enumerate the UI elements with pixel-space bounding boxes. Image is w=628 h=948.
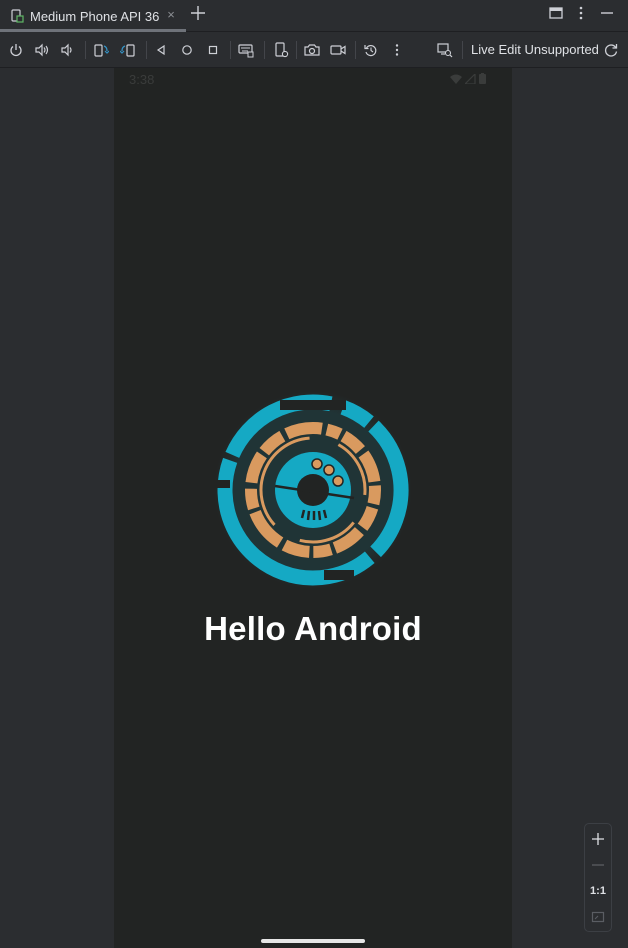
battery-icon bbox=[479, 73, 486, 84]
device-settings-button[interactable] bbox=[272, 41, 290, 59]
refresh-icon bbox=[604, 44, 618, 57]
record-screen-button[interactable] bbox=[329, 41, 347, 59]
rotate-right-icon bbox=[120, 44, 135, 57]
zoom-out-button[interactable] bbox=[585, 853, 611, 877]
status-bar-time: 3:38 bbox=[129, 72, 155, 87]
home-icon bbox=[182, 45, 192, 55]
reset-icon bbox=[364, 44, 377, 57]
options-menu-icon[interactable] bbox=[572, 4, 590, 22]
actual-size-label: 1:1 bbox=[590, 885, 606, 897]
overview-button[interactable] bbox=[204, 41, 222, 59]
zoom-controls: 1:1 bbox=[584, 823, 612, 932]
fit-screen-icon bbox=[591, 911, 605, 923]
fit-screen-button[interactable] bbox=[585, 905, 611, 929]
minus-icon bbox=[592, 864, 604, 866]
toolbar-separator bbox=[296, 41, 297, 59]
toolbar-separator bbox=[146, 41, 147, 59]
volume-down-icon bbox=[61, 43, 72, 57]
toolbar-separator bbox=[264, 41, 265, 59]
more-icon bbox=[395, 44, 399, 56]
volume-down-button[interactable] bbox=[58, 41, 76, 59]
overview-icon bbox=[208, 45, 218, 55]
back-icon bbox=[156, 44, 165, 56]
camera-icon bbox=[304, 44, 320, 56]
device-tab-label: Medium Phone API 36 bbox=[30, 8, 160, 24]
snapshot-icon bbox=[437, 43, 453, 58]
minimize-icon[interactable] bbox=[598, 4, 616, 22]
android-app-logo bbox=[214, 392, 412, 588]
snapshot-button[interactable] bbox=[436, 41, 454, 59]
live-edit-status: Live Edit Unsupported bbox=[471, 42, 599, 57]
cell-signal-icon bbox=[465, 73, 476, 84]
tab-bar: Medium Phone API 36 × bbox=[0, 0, 628, 32]
reset-button[interactable] bbox=[362, 41, 380, 59]
rotate-left-button[interactable] bbox=[92, 41, 110, 59]
toolbar-separator bbox=[230, 41, 231, 59]
more-options-button[interactable] bbox=[388, 41, 406, 59]
volume-up-icon bbox=[35, 43, 49, 57]
rotate-right-button[interactable] bbox=[119, 41, 137, 59]
power-icon bbox=[10, 44, 22, 57]
keyboard-button[interactable] bbox=[237, 41, 255, 59]
add-tab-icon[interactable] bbox=[189, 4, 207, 22]
device-tab[interactable]: Medium Phone API 36 × bbox=[0, 0, 186, 32]
back-button[interactable] bbox=[152, 41, 170, 59]
plus-icon bbox=[592, 833, 604, 845]
device-icon bbox=[11, 9, 24, 23]
toolbar-separator bbox=[462, 41, 463, 59]
device-settings-icon bbox=[275, 42, 289, 58]
home-button[interactable] bbox=[178, 41, 196, 59]
record-icon bbox=[330, 45, 346, 55]
volume-up-button[interactable] bbox=[33, 41, 51, 59]
actual-size-button[interactable]: 1:1 bbox=[585, 879, 611, 903]
keyboard-icon bbox=[238, 44, 254, 58]
toolbar-separator bbox=[355, 41, 356, 59]
rotate-left-icon bbox=[94, 44, 109, 57]
power-button[interactable] bbox=[7, 41, 25, 59]
restore-window-icon[interactable] bbox=[547, 4, 565, 22]
zoom-in-button[interactable] bbox=[585, 827, 611, 851]
hello-android-text: Hello Android bbox=[204, 610, 422, 647]
emulator-toolbar: Live Edit Unsupported bbox=[0, 32, 628, 68]
wifi-icon bbox=[450, 74, 462, 84]
gesture-navigation-handle[interactable] bbox=[261, 939, 365, 943]
close-tab-icon[interactable]: × bbox=[164, 8, 178, 22]
refresh-button[interactable] bbox=[602, 41, 620, 59]
toolbar-separator bbox=[85, 41, 86, 59]
status-bar-icons bbox=[450, 73, 486, 84]
screenshot-button[interactable] bbox=[303, 41, 321, 59]
phone-screen[interactable]: 3:38 Hello Android bbox=[114, 68, 512, 948]
